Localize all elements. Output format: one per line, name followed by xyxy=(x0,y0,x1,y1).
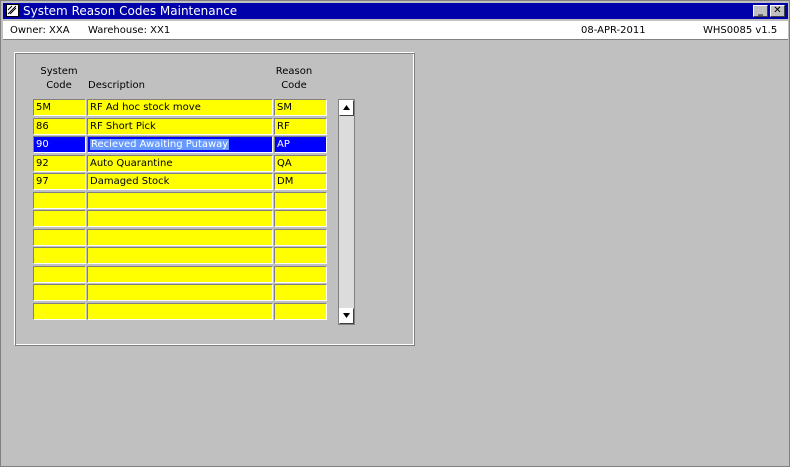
system-code-field[interactable]: 97 xyxy=(33,173,86,190)
system-code-field[interactable] xyxy=(33,284,86,301)
scroll-up-button[interactable] xyxy=(339,100,354,116)
reason-code-field[interactable] xyxy=(274,284,327,301)
reason-code-field-value: QA xyxy=(277,158,292,169)
reason-code-field[interactable]: AP xyxy=(274,136,327,153)
system-code-field[interactable] xyxy=(33,210,86,227)
reason-code-field[interactable] xyxy=(274,303,327,320)
system-code-field-value: 86 xyxy=(36,121,49,132)
system-code-field[interactable] xyxy=(33,229,86,246)
arrow-down-icon xyxy=(343,313,350,318)
description-field[interactable]: Recieved Awaiting Putaway xyxy=(87,136,273,153)
description-field-value: RF Ad hoc stock move xyxy=(90,102,201,113)
arrow-up-icon xyxy=(343,105,350,110)
vertical-scrollbar[interactable] xyxy=(338,99,355,325)
description-field[interactable]: RF Short Pick xyxy=(87,118,273,135)
title-bar[interactable]: System Reason Codes Maintenance _ ✕ xyxy=(3,3,788,19)
reason-code-field-value: AP xyxy=(277,139,290,150)
system-code-field[interactable]: 90 xyxy=(33,136,86,153)
reason-code-field[interactable] xyxy=(274,266,327,283)
description-field[interactable] xyxy=(87,247,273,264)
system-code-field[interactable] xyxy=(33,192,86,209)
reason-code-field[interactable] xyxy=(274,247,327,264)
description-field[interactable]: Damaged Stock xyxy=(87,173,273,190)
reason-code-field[interactable] xyxy=(274,210,327,227)
system-code-field[interactable] xyxy=(33,303,86,320)
reason-code-field-value: RF xyxy=(277,121,290,132)
description-field[interactable]: Auto Quarantine xyxy=(87,155,273,172)
header-reason-code: Reason Code xyxy=(275,66,313,91)
close-button[interactable]: ✕ xyxy=(770,5,785,17)
reason-code-field-value: DM xyxy=(277,176,294,187)
description-field[interactable] xyxy=(87,303,273,320)
scroll-down-button[interactable] xyxy=(339,308,354,324)
description-field[interactable] xyxy=(87,266,273,283)
reason-code-field[interactable]: QA xyxy=(274,155,327,172)
window-title: System Reason Codes Maintenance xyxy=(23,4,238,18)
header-description: Description xyxy=(88,80,145,91)
system-code-field[interactable]: 92 xyxy=(33,155,86,172)
description-field-value: RF Short Pick xyxy=(90,121,156,132)
reason-code-field[interactable]: SM xyxy=(274,99,327,116)
system-code-field-value: 5M xyxy=(36,102,51,113)
description-field-value: Recieved Awaiting Putaway xyxy=(90,139,230,150)
minimize-button[interactable]: _ xyxy=(753,5,768,17)
system-code-field-value: 92 xyxy=(36,158,49,169)
system-code-field[interactable]: 86 xyxy=(33,118,86,135)
system-code-field[interactable] xyxy=(33,266,86,283)
date-label: 08-APR-2011 xyxy=(581,25,646,36)
reason-code-field-value: SM xyxy=(277,102,292,113)
description-field[interactable] xyxy=(87,210,273,227)
system-code-field[interactable] xyxy=(33,247,86,264)
status-bar: Owner: XXA Warehouse: XX1 08-APR-2011 WH… xyxy=(3,21,788,40)
description-field-value: Auto Quarantine xyxy=(90,158,173,169)
system-code-field-value: 97 xyxy=(36,176,49,187)
reason-code-field[interactable]: RF xyxy=(274,118,327,135)
system-code-field-value: 90 xyxy=(36,139,49,150)
app-icon[interactable] xyxy=(6,4,19,17)
reason-code-field[interactable]: DM xyxy=(274,173,327,190)
description-field-value: Damaged Stock xyxy=(90,176,170,187)
description-field[interactable]: RF Ad hoc stock move xyxy=(87,99,273,116)
system-code-field[interactable]: 5M xyxy=(33,99,86,116)
version-label: WHS0085 v1.5 xyxy=(703,25,778,36)
header-system-code: System Code xyxy=(40,66,78,91)
reason-code-field[interactable] xyxy=(274,229,327,246)
description-field[interactable] xyxy=(87,229,273,246)
warehouse-label: Warehouse: XX1 xyxy=(88,25,171,36)
owner-label: Owner: XXA xyxy=(10,25,70,36)
reason-code-field[interactable] xyxy=(274,192,327,209)
description-field[interactable] xyxy=(87,284,273,301)
description-field[interactable] xyxy=(87,192,273,209)
